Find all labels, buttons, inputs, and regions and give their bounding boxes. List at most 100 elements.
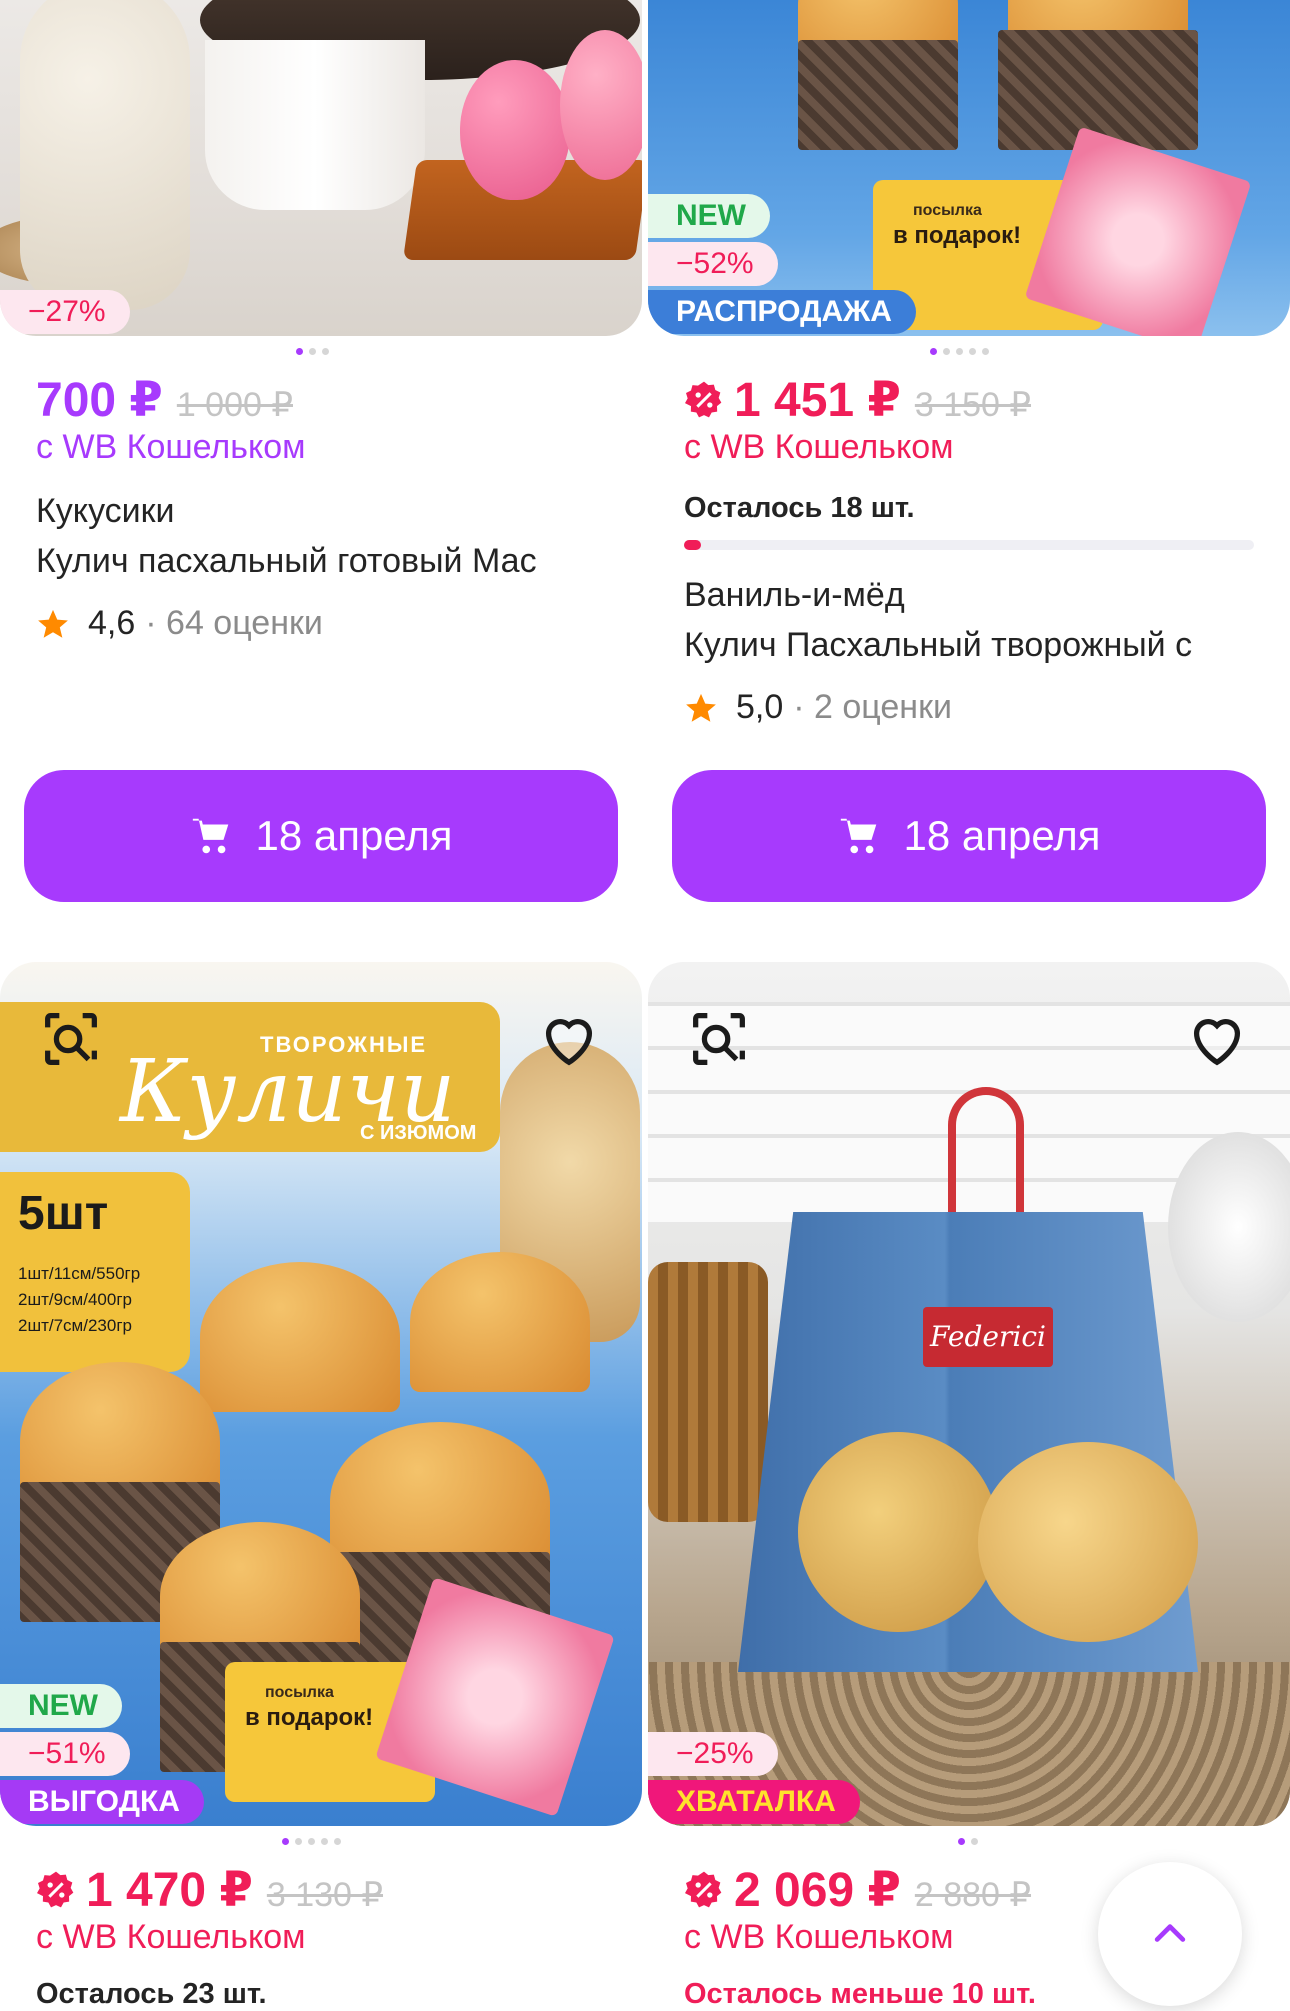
image-detail: [798, 40, 958, 150]
carousel-dot: [296, 348, 303, 355]
image-detail: [460, 60, 570, 200]
carousel-dot: [309, 348, 316, 355]
heart-icon[interactable]: [534, 1004, 604, 1074]
image-search-icon[interactable]: [684, 1004, 754, 1074]
product-image[interactable]: посылка в подарок! NEW −52% РАСПРОДАЖА: [648, 0, 1290, 336]
image-text: 2шт/9см/400гр: [18, 1290, 132, 1309]
image-search-icon[interactable]: [36, 1004, 106, 1074]
image-detail: [798, 1432, 998, 1632]
image-detail: [205, 40, 425, 210]
discount-badge: −25%: [648, 1732, 778, 1776]
price: 700 ₽: [36, 374, 163, 427]
carousel-dot: [971, 1838, 978, 1845]
old-price: 1 000 ₽: [176, 386, 293, 424]
old-price: 3 130 ₽: [266, 1876, 384, 1914]
promo-badge: РАСПРОДАЖА: [648, 290, 916, 334]
price: 1 470 ₽: [86, 1864, 253, 1917]
price: 1 451 ₽: [734, 374, 901, 427]
carousel-dot: [295, 1838, 302, 1845]
carousel-dots: [296, 348, 329, 355]
product-image[interactable]: ТВОРОЖНЫЕ Куличи С ИЗЮМОМ 5шт 1шт/11см/5…: [0, 962, 642, 1826]
new-badge: NEW: [0, 1684, 122, 1728]
brand-logo: Federici: [923, 1307, 1053, 1367]
promo-badge: ХВАТАЛКА: [648, 1780, 860, 1824]
cart-button-label: 18 апреля: [903, 812, 1101, 859]
carousel-dot: [958, 1838, 965, 1845]
image-detail: [560, 30, 642, 180]
carousel-dots: [930, 348, 989, 355]
carousel-dot: [322, 348, 329, 355]
discount-badge: −52%: [648, 242, 778, 286]
discount-badge: −27%: [0, 290, 130, 334]
carousel-dot: [321, 1838, 328, 1845]
image-detail: [410, 1252, 590, 1392]
wallet-label: с WB Кошельком: [36, 1918, 306, 1956]
price: 2 069 ₽: [734, 1864, 901, 1917]
image-text: в подарок!: [893, 222, 1022, 249]
star-icon: [686, 693, 716, 722]
carousel-dot: [282, 1838, 289, 1845]
carousel-dot: [943, 348, 950, 355]
cart-button-label: 18 апреля: [255, 812, 453, 859]
add-to-cart-button[interactable]: 18 апреля: [24, 770, 618, 902]
rating-value: 5,0: [736, 688, 784, 726]
image-text: 2шт/7см/230гр: [18, 1316, 132, 1335]
rating-value: 4,6: [88, 604, 136, 642]
heart-icon[interactable]: [1182, 1004, 1252, 1074]
price-row: 2 069 ₽ 2 880 ₽: [684, 1862, 1031, 1918]
image-detail: 5шт 1шт/11см/550гр 2шт/9см/400гр 2шт/7см…: [0, 1172, 190, 1372]
wallet-label: с WB Кошельком: [684, 1918, 954, 1956]
price-row: 700 ₽ 1 000 ₽: [36, 372, 293, 428]
discount-badge: −51%: [0, 1732, 130, 1776]
price-row: 1 470 ₽ 3 130 ₽: [36, 1862, 383, 1918]
rating: 4,6 · 64 оценки: [36, 604, 323, 643]
product-name[interactable]: Кулич Пасхальный творожный с: [684, 626, 1254, 665]
image-text: посылка: [265, 1684, 334, 1701]
cart-icon: [193, 818, 229, 854]
promo-badge: ВЫГОДКА: [0, 1780, 204, 1824]
image-detail: [200, 1262, 400, 1412]
discount-icon: [685, 1871, 722, 1908]
carousel-dots: [282, 1838, 341, 1845]
carousel-dot: [334, 1838, 341, 1845]
reviews-count[interactable]: · 2 оценки: [793, 688, 952, 727]
product-card[interactable]: ТВОРОЖНЫЕ Куличи С ИЗЮМОМ 5шт 1шт/11см/5…: [0, 962, 642, 2010]
product-card[interactable]: −27% 700 ₽ 1 000 ₽ с WB Кошельком Кукуси…: [0, 0, 642, 902]
image-text: 1шт/11см/550гр: [18, 1264, 141, 1283]
image-text: в подарок!: [245, 1704, 374, 1731]
star-icon: [38, 609, 68, 638]
rating: 5,0 · 2 оценки: [684, 688, 952, 727]
discount-icon: [685, 381, 722, 418]
stock-bar-fill: [684, 540, 702, 550]
image-detail: [978, 1442, 1198, 1642]
product-card[interactable]: посылка в подарок! NEW −52% РАСПРОДАЖА 1…: [648, 0, 1290, 902]
product-card[interactable]: Federici −25% ХВАТАЛКА 2 069 ₽ 2 880 ₽ с…: [648, 962, 1290, 2010]
product-image[interactable]: Federici −25% ХВАТАЛКА: [648, 962, 1290, 1826]
carousel-dot: [308, 1838, 315, 1845]
image-text: С ИЗЮМОМ: [360, 1122, 477, 1144]
brand-name: Кукусики: [36, 492, 175, 530]
stock-bar: [684, 540, 1254, 550]
image-text: 5шт: [18, 1187, 109, 1240]
new-badge: NEW: [648, 194, 770, 238]
image-detail: [1024, 126, 1252, 336]
image-text: посылка: [913, 202, 982, 219]
cart-icon: [841, 818, 877, 854]
brand-name: Ваниль-и-мёд: [684, 576, 905, 614]
carousel-dot: [982, 348, 989, 355]
add-to-cart-button[interactable]: 18 апреля: [672, 770, 1266, 902]
product-image[interactable]: −27%: [0, 0, 642, 336]
old-price: 2 880 ₽: [914, 1876, 1032, 1914]
price-row: 1 451 ₽ 3 150 ₽: [684, 372, 1031, 428]
reviews-count[interactable]: · 64 оценки: [145, 604, 323, 643]
product-name[interactable]: Кулич пасхальный готовый Мас: [36, 542, 606, 581]
wallet-label: с WB Кошельком: [36, 428, 306, 466]
image-detail: [648, 1262, 768, 1522]
carousel-dot: [930, 348, 937, 355]
carousel-dot: [956, 348, 963, 355]
scroll-to-top-button[interactable]: [1098, 1862, 1242, 2006]
chevron-up-icon: [1154, 1924, 1186, 1942]
stock-remaining: Осталось меньше 10 шт.: [684, 1978, 1036, 2010]
carousel-dot: [969, 348, 976, 355]
wallet-label: с WB Кошельком: [684, 428, 954, 466]
